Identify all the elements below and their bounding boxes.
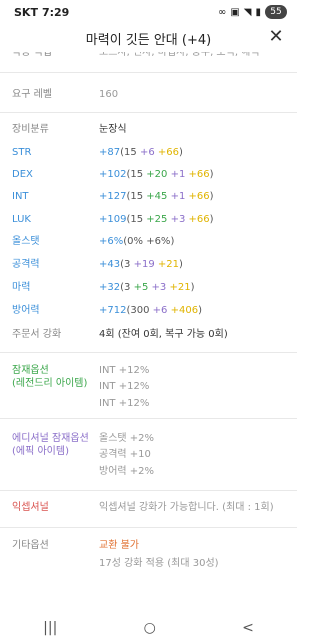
row-upgrade: 주문서 강화 4회 (잔여 0회, 복구 가능 0회) [0,328,297,344]
row-value: +102(15 +20 +1 +66) [99,169,214,180]
row-label: 장비분류 [12,124,49,135]
signal-icon: ▮ [255,6,261,18]
status-icons: ∞ ▣ ◥ ▮ 55 [218,5,287,19]
potential-line: INT +12% [99,365,150,376]
row-label: INT [12,191,29,202]
row-int: INT +127(15 +45 +1 +66) [0,190,297,206]
row-value: 눈장식 [99,124,127,135]
row-value: +32(3 +5 +3 +21) [99,282,195,293]
row-label: 요구 레벨 [12,89,52,100]
row-jobs: 착용 직업 소드사, 전사, 마법사, 궁수, 도적, 해적 [0,52,297,68]
row-value: +87(15 +6 +66) [99,147,183,158]
row-dex: DEX +102(15 +20 +1 +66) [0,168,297,184]
potential-label: 잠재옵션 [12,365,49,376]
row-def: 방어력 +712(300 +6 +406) [0,304,297,320]
battery-icon: 55 [265,5,287,19]
carrier-label: SKT [14,5,38,19]
row-value: 4회 (잔여 0회, 복구 가능 0회) [99,329,228,340]
row-value: +109(15 +25 +3 +66) [99,214,214,225]
row-value: 소드사, 전사, 마법사, 궁수, 도적, 해적 [99,52,260,58]
divider [0,72,297,73]
clock: 7:29 [41,5,70,19]
row-value: +43(3 +19 +21) [99,259,183,270]
row-label: DEX [12,169,33,180]
row-category: 장비분류 눈장식 [0,123,297,139]
row-label: LUK [12,214,31,225]
additional-label: 에디셔널 잠재옵션 [12,433,89,444]
row-label: 기타옵션 [12,540,49,551]
row-matk: 마력 +32(3 +5 +3 +21) [0,281,297,297]
row-additional-potential: 에디셔널 잠재옵션 (에픽 아이템) 올스탯 +2% 공격력 +10 방어력 +… [0,432,297,482]
row-label: 올스탯 [12,236,40,247]
additional-grade: (에픽 아이템) [12,446,69,457]
row-label: 착용 직업 [12,52,52,58]
additional-line: 올스탯 +2% [99,433,155,444]
divider [0,418,297,419]
row-label: 방어력 [12,305,40,316]
row-str: STR +87(15 +6 +66) [0,146,297,162]
back-icon[interactable]: < [242,620,254,636]
item-detail-list: 착용 직업 소드사, 전사, 마법사, 궁수, 도적, 해적 요구 레벨 160… [0,52,297,612]
status-bar: SKT 7:29 ∞ ▣ ◥ ▮ 55 [0,0,297,24]
row-etc: 기타옵션 교환 불가 17성 강화 적용 (최대 30성) [0,539,297,573]
page-title: 마력이 깃든 안대 (+4) [85,32,212,48]
row-value: +712(300 +6 +406) [99,305,202,316]
potential-grade: (레전드리 아이템) [12,378,88,389]
row-potential: 잠재옵션 (레전드리 아이템) INT +12% INT +12% INT +1… [0,364,297,414]
row-level: 요구 레벨 160 [0,88,297,104]
divider [0,490,297,491]
link-icon: ∞ [217,6,227,18]
potential-line: INT +12% [99,398,150,409]
divider [0,352,297,353]
divider [0,112,297,113]
wifi-icon: ◥ [243,6,252,18]
divider [0,527,297,528]
row-value: +127(15 +45 +1 +66) [99,191,214,202]
starforce-text: 17성 강화 적용 (최대 30성) [99,558,219,569]
close-icon[interactable]: ✕ [265,26,287,48]
row-value: +6%(0% +6%) [99,236,175,247]
row-value: 익셉셔널 강화가 가능합니다. (최대 : 1회) [99,502,274,513]
recent-apps-icon[interactable]: ||| [43,620,57,636]
potential-line: INT +12% [99,381,150,392]
additional-line: 공격력 +10 [99,449,151,460]
header: 마력이 깃든 안대 (+4) ✕ [0,24,297,52]
additional-line: 방어력 +2% [99,466,155,477]
row-atk: 공격력 +43(3 +19 +21) [0,258,297,274]
volte-icon: ▣ [230,6,240,18]
row-label: STR [12,147,32,158]
row-label: 공격력 [12,259,40,270]
row-exceptional: 익셉셔널 익셉셔널 강화가 가능합니다. (최대 : 1회) [0,501,297,517]
row-luk: LUK +109(15 +25 +3 +66) [0,213,297,229]
untradeable-text: 교환 불가 [99,540,139,551]
row-label: 마력 [12,282,31,293]
row-value: 160 [99,89,119,100]
row-label: 주문서 강화 [12,329,62,340]
row-label: 익셉셔널 [12,502,49,513]
android-nav-bar: ||| ○ < [0,612,297,644]
row-allstat: 올스탯 +6%(0% +6%) [0,235,297,251]
home-icon[interactable]: ○ [144,620,156,636]
